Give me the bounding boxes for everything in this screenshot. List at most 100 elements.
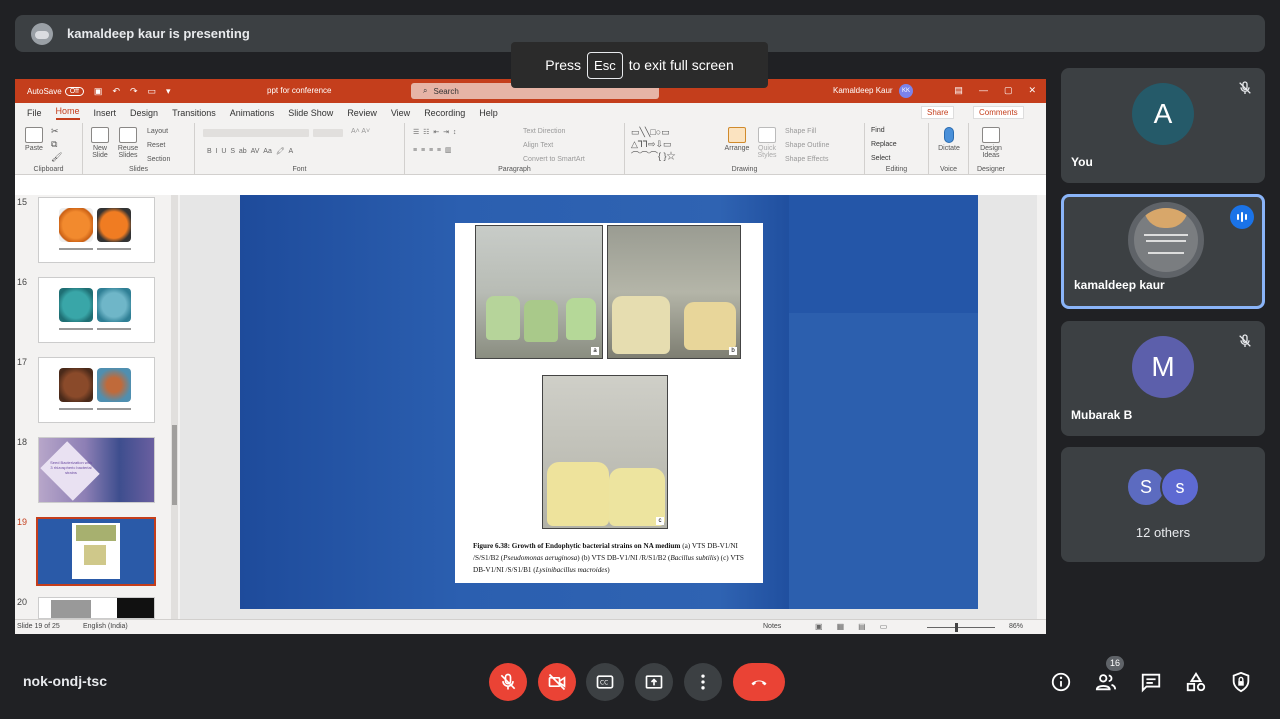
meeting-code[interactable]: nok-ondj-tsc xyxy=(23,673,107,689)
find-button[interactable]: Find xyxy=(871,127,885,134)
designer-label: Designer xyxy=(976,166,1005,173)
reset-button[interactable]: Reset xyxy=(147,142,165,149)
thumb-caption xyxy=(97,328,131,330)
format-painter-icon[interactable]: 🖌 xyxy=(51,152,62,163)
tab-animations[interactable]: Animations xyxy=(230,108,275,118)
shield-lock-icon xyxy=(1232,671,1250,693)
participant-tile-kamaldeep[interactable]: kamaldeep kaur xyxy=(1061,194,1265,309)
design-ideas-button[interactable]: Design Ideas xyxy=(973,127,1009,159)
activities-icon xyxy=(1186,672,1206,692)
reuse-slides-button[interactable]: Reuse Slides xyxy=(115,127,141,159)
mic-toggle-button[interactable] xyxy=(489,663,527,701)
participant-tile-mubarak[interactable]: M Mubarak B xyxy=(1061,321,1265,436)
arrange-button[interactable]: Arrange xyxy=(723,127,751,152)
document-title[interactable]: ppt for conference xyxy=(267,86,331,95)
participant-tile-you[interactable]: A You xyxy=(1061,68,1265,183)
autosave[interactable]: AutoSave Off xyxy=(27,86,84,96)
thumb-image xyxy=(59,368,93,402)
search-icon: ⌕ xyxy=(423,86,428,95)
tab-view[interactable]: View xyxy=(391,108,410,118)
text-direction-button[interactable]: Text Direction xyxy=(523,128,565,135)
shapes-gallery[interactable]: ▭╲╲□○▭ △⅂⅂⇨⇩▭ ⌒⌒⌒{ }☆ xyxy=(631,126,721,162)
more-options-button[interactable] xyxy=(684,663,722,701)
slide-thumb-17[interactable] xyxy=(38,357,155,423)
tab-help[interactable]: Help xyxy=(479,108,498,118)
slide-thumb-19[interactable] xyxy=(36,517,156,586)
notes-button[interactable]: Notes xyxy=(763,623,781,630)
customize-icon[interactable]: ▾ xyxy=(166,86,171,97)
others-count: 12 others xyxy=(1135,525,1191,540)
quick-styles-icon xyxy=(758,127,776,143)
slide-thumb-16[interactable] xyxy=(38,277,155,343)
ribbon-display-icon[interactable]: ▤ xyxy=(954,85,963,96)
shape-effects-button[interactable]: Shape Effects xyxy=(785,156,828,163)
slide-sorter-icon[interactable]: ▦ xyxy=(837,622,845,631)
present-icon[interactable]: ▭ xyxy=(148,86,157,97)
undo-icon[interactable]: ↶ xyxy=(112,86,120,97)
copy-icon[interactable]: ⧉ xyxy=(51,139,57,150)
share-button[interactable]: Share xyxy=(921,106,955,119)
tab-review[interactable]: Review xyxy=(347,108,377,118)
activities-button[interactable] xyxy=(1184,670,1208,694)
slide-thumb-18[interactable]: Seed Bacterization with 3 rhizospheric b… xyxy=(38,437,155,503)
tab-recording[interactable]: Recording xyxy=(424,108,465,118)
font-name-box[interactable] xyxy=(203,129,309,137)
list-buttons[interactable]: ☰ ☷ ⇤ ⇥ ↕ xyxy=(413,128,456,136)
align-text-button[interactable]: Align Text xyxy=(523,142,553,149)
section-button[interactable]: Section xyxy=(147,156,170,163)
quick-styles-button[interactable]: Quick Styles xyxy=(753,127,781,159)
captions-button[interactable]: CC xyxy=(586,663,624,701)
ppt-user-avatar[interactable]: KK xyxy=(899,84,913,98)
restore-icon[interactable]: ▢ xyxy=(1004,85,1013,96)
font-size-box[interactable] xyxy=(313,129,343,137)
leave-call-button[interactable] xyxy=(733,663,785,701)
replace-button[interactable]: Replace xyxy=(871,141,897,148)
redo-icon[interactable]: ↷ xyxy=(130,86,138,97)
shape-outline-button[interactable]: Shape Outline xyxy=(785,142,829,149)
comments-button[interactable]: Comments xyxy=(973,106,1024,119)
tab-design[interactable]: Design xyxy=(130,108,158,118)
people-button[interactable] xyxy=(1094,670,1118,694)
normal-view-icon[interactable]: ▣ xyxy=(815,622,823,631)
save-icon[interactable]: ▣ xyxy=(94,86,103,97)
present-now-button[interactable] xyxy=(635,663,673,701)
autosave-toggle[interactable]: Off xyxy=(64,86,84,96)
scrollbar-thumb[interactable] xyxy=(172,425,177,505)
font-format-buttons[interactable]: B I U S ab AV Aa 🖍 A xyxy=(207,147,293,155)
meeting-details-button[interactable] xyxy=(1049,670,1073,694)
camera-toggle-button[interactable] xyxy=(538,663,576,701)
tab-transitions[interactable]: Transitions xyxy=(172,108,216,118)
close-icon[interactable]: ✕ xyxy=(1028,85,1036,96)
dictate-button[interactable]: Dictate xyxy=(933,127,965,152)
participant-tile-others[interactable]: S s 12 others xyxy=(1061,447,1265,562)
slide-scrollbar[interactable] xyxy=(1037,195,1046,619)
minimize-icon[interactable]: — xyxy=(979,85,988,96)
font-size-arrows[interactable]: A˄ A˅ xyxy=(351,128,370,135)
new-slide-button[interactable]: New Slide xyxy=(87,127,113,159)
tab-home[interactable]: Home xyxy=(55,106,80,120)
tab-slide-show[interactable]: Slide Show xyxy=(288,108,333,118)
ppt-user-name[interactable]: Kamaldeep Kaur xyxy=(833,86,893,95)
shape-fill-button[interactable]: Shape Fill xyxy=(785,128,816,135)
language-indicator[interactable]: English (India) xyxy=(83,623,128,630)
current-slide[interactable]: a b c Figure 6.38: Growth of Endophytic … xyxy=(240,195,978,609)
zoom-level[interactable]: 86% xyxy=(1009,623,1023,630)
tab-file[interactable]: File xyxy=(27,108,42,118)
chat-button[interactable] xyxy=(1139,670,1163,694)
slide-thumb-20[interactable] xyxy=(38,597,155,619)
convert-smartart-button[interactable]: Convert to SmartArt xyxy=(523,156,585,163)
cut-icon[interactable]: ✂ xyxy=(51,126,59,137)
select-button[interactable]: Select xyxy=(871,155,890,162)
slide-thumb-15[interactable] xyxy=(38,197,155,263)
align-buttons[interactable]: ≡ ≡ ≡ ≡ ▥ xyxy=(413,146,452,154)
thumbnail-scrollbar[interactable] xyxy=(171,195,178,619)
tab-insert[interactable]: Insert xyxy=(94,108,117,118)
slideshow-icon[interactable]: ▭ xyxy=(880,622,888,631)
host-controls-button[interactable] xyxy=(1229,670,1253,694)
thumb-caption xyxy=(97,408,131,410)
layout-button[interactable]: Layout xyxy=(147,128,168,135)
zoom-slider-knob[interactable] xyxy=(955,623,958,632)
paste-button[interactable]: Paste xyxy=(21,127,47,152)
reading-view-icon[interactable]: ▤ xyxy=(858,622,866,631)
zoom-slider[interactable] xyxy=(927,627,995,628)
